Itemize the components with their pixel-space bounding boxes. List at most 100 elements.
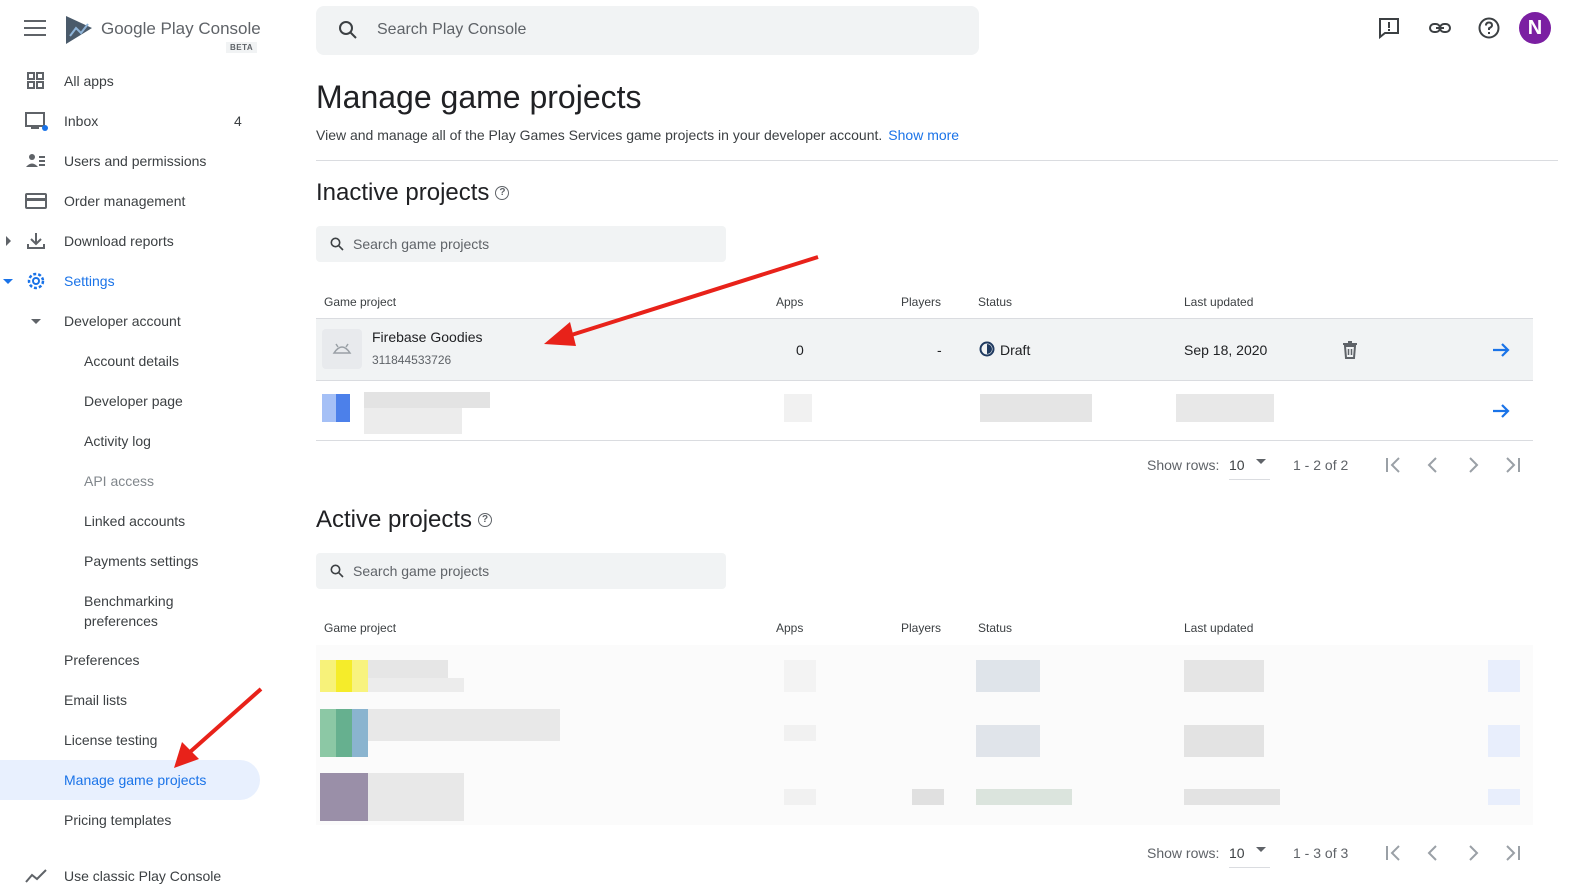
link-icon[interactable]	[1428, 16, 1452, 40]
page-description: View and manage all of the Play Games Se…	[316, 127, 959, 143]
sidebar-item-label: Manage game projects	[64, 772, 207, 788]
section-title-text: Active projects	[316, 506, 473, 533]
collapse-arrow-icon[interactable]	[31, 319, 41, 324]
blurred-arrow[interactable]	[1488, 789, 1520, 805]
sidebar-item-label: Preferences	[64, 652, 140, 668]
blurred-text	[912, 789, 944, 805]
column-header-status[interactable]: Status	[978, 621, 1012, 635]
sidebar-item-settings[interactable]: Settings	[0, 261, 260, 301]
show-rows-label: Show rows:	[1147, 845, 1220, 861]
help-icon[interactable]: ?	[495, 186, 510, 200]
sidebar-item-preferences[interactable]: Preferences	[0, 640, 260, 680]
beta-badge: BETA	[226, 42, 258, 53]
sidebar-item-label: Activity log	[84, 433, 151, 449]
play-console-logo-icon	[66, 16, 92, 44]
sidebar-item-account-details[interactable]: Account details	[0, 341, 260, 381]
search-placeholder: Search game projects	[353, 236, 490, 252]
prev-page-icon[interactable]	[1421, 841, 1445, 865]
next-page-icon[interactable]	[1461, 841, 1485, 865]
sidebar-item-inbox[interactable]: Inbox 4	[0, 101, 260, 141]
sidebar-item-label: Settings	[64, 273, 115, 289]
blurred-app-icon	[322, 394, 336, 422]
column-header-apps[interactable]: Apps	[776, 621, 803, 635]
column-header-last-updated[interactable]: Last updated	[1184, 295, 1253, 309]
sidebar-item-developer-page[interactable]: Developer page	[0, 381, 260, 421]
sidebar-item-license-testing[interactable]: License testing	[0, 720, 260, 760]
search-icon	[339, 21, 357, 39]
delete-icon[interactable]	[1338, 338, 1362, 362]
arrow-forward-icon[interactable]	[1489, 399, 1513, 423]
show-rows-label: Show rows:	[1147, 457, 1220, 473]
sidebar-item-label: Payments settings	[84, 553, 199, 569]
show-more-link[interactable]: Show more	[888, 127, 959, 143]
feedback-icon[interactable]	[1377, 16, 1401, 40]
search-input[interactable]: Search game projects	[316, 226, 726, 262]
description-text: View and manage all of the Play Games Se…	[316, 127, 883, 143]
inbox-count-badge: 4	[234, 113, 242, 129]
help-icon[interactable]	[1477, 16, 1501, 40]
search-input[interactable]: Search game projects	[316, 553, 726, 589]
page-title: Manage game projects	[316, 79, 642, 115]
column-header-apps[interactable]: Apps	[776, 295, 803, 309]
column-header-players[interactable]: Players	[901, 621, 941, 635]
column-header-players[interactable]: Players	[901, 295, 941, 309]
blurred-app-icon	[320, 773, 368, 821]
blurred-app-icon	[336, 394, 350, 422]
sidebar-item-linked-accounts[interactable]: Linked accounts	[0, 501, 260, 541]
help-icon[interactable]: ?	[478, 513, 493, 527]
rows-per-page-value: 10	[1229, 845, 1245, 861]
last-updated: Sep 18, 2020	[1184, 342, 1268, 358]
sidebar-item-order-management[interactable]: Order management	[0, 181, 260, 221]
arrow-forward-icon[interactable]	[1489, 338, 1513, 362]
first-page-icon[interactable]	[1381, 453, 1405, 477]
blurred-arrow[interactable]	[1488, 660, 1520, 692]
sidebar-item-users-and-permissions[interactable]: Users and permissions	[0, 141, 260, 181]
sidebar-item-label: All apps	[64, 73, 114, 89]
rows-per-page-select[interactable]: 10	[1229, 838, 1270, 868]
search-icon	[330, 237, 344, 251]
sidebar-item-all-apps[interactable]: All apps	[0, 61, 260, 101]
blurred-text	[368, 678, 464, 692]
column-header-game-project[interactable]: Game project	[324, 621, 396, 635]
blurred-text	[980, 394, 1092, 422]
rows-per-page-select[interactable]: 10	[1229, 450, 1270, 480]
rows-per-page-value: 10	[1229, 457, 1245, 473]
sidebar-item-api-access: API access	[0, 461, 260, 501]
sidebar-item-label: Pricing templates	[64, 812, 172, 828]
expand-arrow-icon[interactable]	[6, 236, 11, 246]
sidebar-item-download-reports[interactable]: Download reports	[0, 221, 260, 261]
game-project-name: Firebase Goodies	[372, 329, 483, 345]
avatar[interactable]: N	[1519, 12, 1551, 44]
column-header-status[interactable]: Status	[978, 295, 1012, 309]
blurred-text	[364, 408, 462, 434]
column-header-game-project[interactable]: Game project	[324, 295, 396, 309]
collapse-arrow-icon[interactable]	[3, 279, 13, 284]
menu-icon[interactable]	[24, 20, 46, 38]
blurred-text	[976, 725, 1040, 757]
sidebar-item-label: Download reports	[64, 233, 174, 249]
first-page-icon[interactable]	[1381, 841, 1405, 865]
sidebar-item-email-lists[interactable]: Email lists	[0, 680, 260, 720]
prev-page-icon[interactable]	[1421, 453, 1445, 477]
sidebar-item-developer-account[interactable]: Developer account	[0, 301, 260, 341]
sidebar-item-manage-game-projects[interactable]: Manage game projects	[0, 760, 260, 800]
chevron-down-icon	[1256, 459, 1266, 464]
last-page-icon[interactable]	[1501, 453, 1525, 477]
blurred-text	[976, 789, 1072, 805]
sidebar-item-benchmarking-preferences[interactable]: Benchmarking preferences	[0, 583, 260, 639]
sidebar-item-label: License testing	[64, 732, 158, 748]
search-icon	[330, 564, 344, 578]
blurred-arrow[interactable]	[1488, 725, 1520, 757]
sidebar-item-pricing-templates[interactable]: Pricing templates	[0, 800, 260, 840]
sidebar-item-use-classic-play-console[interactable]: Use classic Play Console	[0, 856, 260, 887]
last-page-icon[interactable]	[1501, 841, 1525, 865]
search-input[interactable]: Search Play Console	[316, 6, 979, 55]
grid-icon	[27, 72, 44, 89]
sidebar-item-label: Use classic Play Console	[64, 868, 222, 884]
sidebar-item-payments-settings[interactable]: Payments settings	[0, 541, 260, 581]
sidebar-item-activity-log[interactable]: Activity log	[0, 421, 260, 461]
next-page-icon[interactable]	[1461, 453, 1485, 477]
blurred-app-icon	[352, 660, 368, 692]
blurred-text	[784, 394, 812, 422]
column-header-last-updated[interactable]: Last updated	[1184, 621, 1253, 635]
